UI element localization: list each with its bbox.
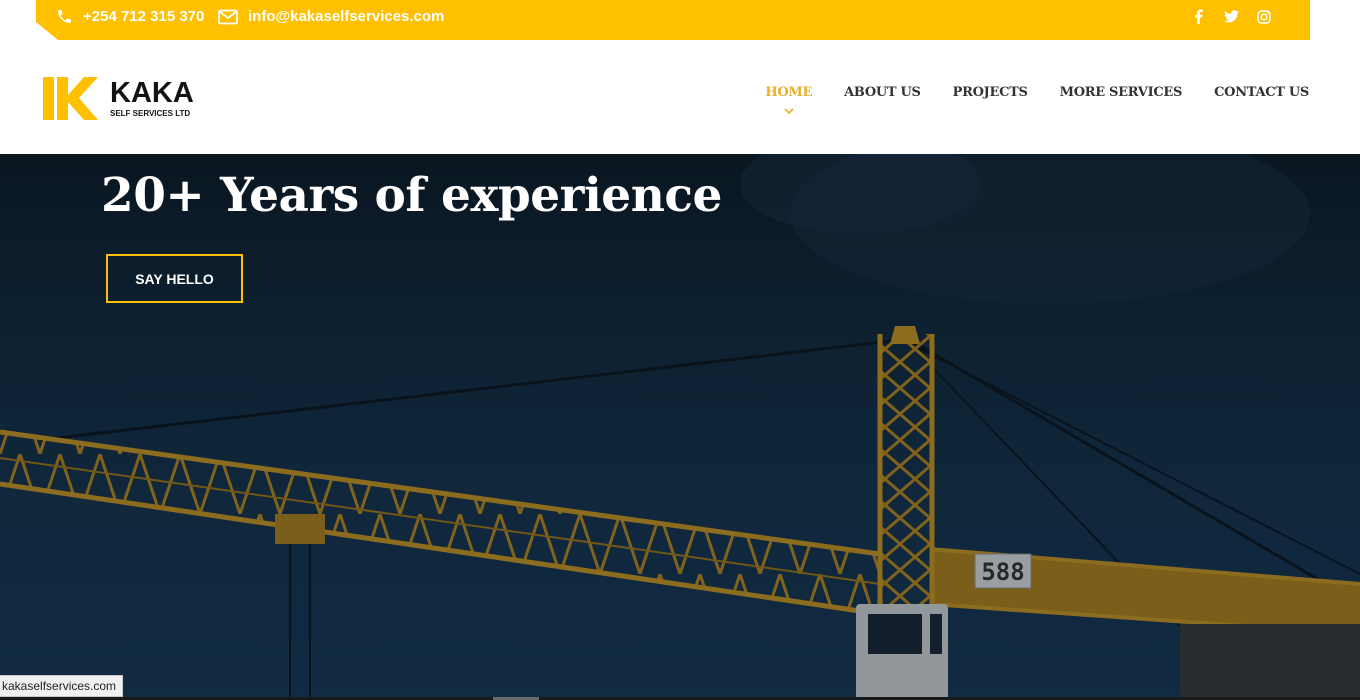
instagram-icon[interactable] bbox=[1256, 9, 1272, 25]
nav-home[interactable]: HOME bbox=[765, 85, 813, 114]
status-bar-url: kakaselfservices.com bbox=[0, 675, 124, 697]
hero-title: 20+ Years of experience bbox=[101, 168, 722, 223]
hero-banner: 588 20+ Years of experience SAY HELLO bbox=[0, 154, 1360, 700]
logo-k-icon bbox=[43, 77, 98, 120]
chevron-down-icon bbox=[784, 108, 794, 114]
brand-tagline: SELF SERVICES LTD bbox=[110, 109, 191, 118]
main-nav: HOME ABOUT US PROJECTS MORE SERVICES CON… bbox=[765, 85, 1309, 114]
phone-number: +254 712 315 370 bbox=[83, 8, 205, 25]
nav-projects[interactable]: PROJECTS bbox=[953, 85, 1028, 100]
site-header: KAKA SELF SERVICES LTD HOME ABOUT US PRO… bbox=[0, 40, 1360, 154]
crane-background-image: 588 bbox=[0, 154, 1360, 700]
say-hello-button[interactable]: SAY HELLO bbox=[106, 254, 243, 303]
phone-icon bbox=[58, 10, 71, 23]
twitter-icon[interactable] bbox=[1223, 9, 1239, 25]
envelope-icon bbox=[218, 9, 238, 24]
brand-logo[interactable]: KAKA SELF SERVICES LTD bbox=[43, 77, 194, 120]
phone-contact[interactable]: +254 712 315 370 bbox=[56, 0, 204, 33]
nav-about-us[interactable]: ABOUT US bbox=[844, 85, 921, 100]
social-links bbox=[1190, 0, 1272, 33]
top-contact-bar: +254 712 315 370 info@kakaselfservices.c… bbox=[36, 0, 1310, 40]
nav-contact-us[interactable]: CONTACT US bbox=[1214, 85, 1309, 100]
nav-more-services[interactable]: MORE SERVICES bbox=[1060, 85, 1183, 100]
nav-home-label: HOME bbox=[765, 85, 813, 100]
email-address: info@kakaselfservices.com bbox=[248, 8, 445, 25]
brand-name: KAKA bbox=[110, 77, 194, 109]
facebook-icon[interactable] bbox=[1190, 9, 1206, 25]
email-contact[interactable]: info@kakaselfservices.com bbox=[218, 0, 444, 33]
